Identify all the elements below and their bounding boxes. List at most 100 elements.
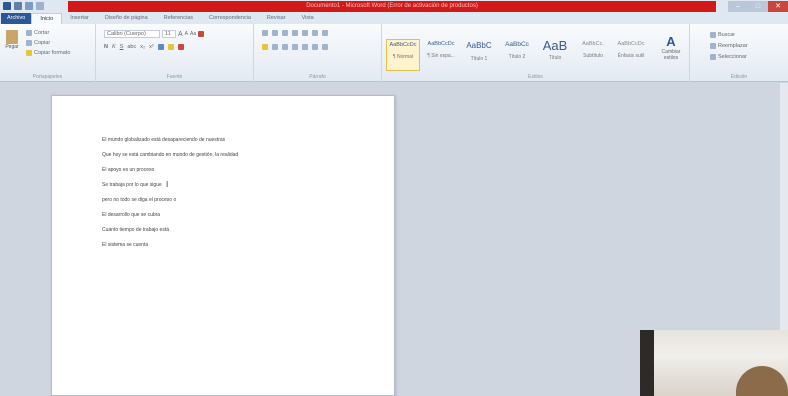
grow-font-icon[interactable]: A [178, 31, 183, 38]
cut-button[interactable]: Cortar [26, 30, 49, 36]
window-controls: – □ ✕ [728, 0, 788, 13]
paste-button[interactable]: Pegar [4, 30, 20, 60]
increase-indent-icon[interactable] [302, 30, 308, 36]
style-heading-2-name: Título 2 [508, 54, 526, 60]
replace-icon [710, 43, 716, 49]
tab-page-layout[interactable]: Diseño de página [97, 13, 156, 24]
change-case-icon[interactable]: Aa [190, 31, 196, 37]
change-styles-label: Cambiar estilos [661, 49, 681, 61]
numbering-icon[interactable] [272, 30, 278, 36]
text-effects-icon[interactable] [157, 44, 164, 50]
style-title[interactable]: AaB Título [538, 38, 572, 71]
replace-label: Reemplazar [718, 43, 748, 49]
title-bar: Documento1 - Microsoft Word (Error de ac… [0, 0, 788, 13]
bold-icon[interactable]: N [104, 44, 108, 50]
multilevel-list-icon[interactable] [282, 30, 288, 36]
show-marks-icon[interactable] [322, 30, 328, 36]
highlight-icon[interactable] [167, 44, 174, 50]
style-subtle-emphasis-name: Énfasis sutil [617, 53, 645, 59]
underline-icon[interactable]: S [120, 44, 124, 50]
editing-group-label: Edición [730, 74, 748, 80]
paragraph-group: Párrafo [254, 24, 382, 82]
document-line[interactable]: Se trabaja por lo que sigue [102, 182, 162, 188]
document-line[interactable]: El sistema se cuenta [102, 242, 148, 248]
style-subtle-emphasis[interactable]: AaBbCcDc Énfasis sutil [614, 39, 648, 71]
editing-group: Buscar Reemplazar Seleccionar Edición [690, 24, 788, 82]
subscript-icon[interactable]: x₂ [140, 44, 145, 50]
format-painter-icon [26, 50, 32, 56]
superscript-icon[interactable]: x² [149, 44, 154, 50]
justify-icon[interactable] [292, 44, 298, 50]
style-subtitle[interactable]: AaBbCc. Subtítulo [576, 39, 610, 71]
maximize-button[interactable]: □ [748, 1, 768, 12]
document-line[interactable]: El apoyo es un proceso [102, 167, 154, 173]
format-painter-button[interactable]: Copiar formato [26, 50, 70, 56]
sort-icon[interactable] [312, 30, 318, 36]
font-group: Calibri (Cuerpo) 11 A A Aa N K S abc x₂ … [96, 24, 254, 82]
document-line[interactable]: pero no todo se diga el proceso o [102, 197, 176, 203]
document-line[interactable]: El desarrollo que se cubra [102, 212, 160, 218]
tab-references[interactable]: Referencias [156, 13, 201, 24]
redo-icon[interactable] [36, 2, 44, 10]
tab-mailings[interactable]: Correspondencia [201, 13, 259, 24]
strikethrough-icon[interactable]: abc [127, 44, 136, 50]
document-line[interactable]: Cuánto tiempo de trabajo está [102, 227, 169, 233]
align-center-icon[interactable] [272, 44, 278, 50]
line-spacing-icon[interactable] [302, 44, 308, 50]
document-page[interactable]: El mundo globalizado está desapareciendo… [51, 95, 395, 396]
paragraph-group-label: Párrafo [309, 74, 326, 80]
bullets-icon[interactable] [262, 30, 268, 36]
webcam-overlay [640, 330, 788, 396]
clipboard-group: Pegar Cortar Copiar Copiar formato Porta… [0, 24, 96, 82]
paste-icon [6, 30, 18, 44]
copy-label: Copiar [34, 40, 51, 46]
clear-formatting-icon[interactable] [198, 31, 205, 37]
change-styles-button[interactable]: A Cambiar estilos [654, 34, 688, 70]
text-cursor-icon: I [166, 180, 169, 189]
style-no-spacing-name: ¶ Sin espa... [427, 53, 455, 59]
quick-access-toolbar [3, 2, 44, 10]
shrink-font-icon[interactable]: A [185, 31, 188, 37]
borders-icon[interactable] [322, 44, 328, 50]
save-icon[interactable] [14, 2, 22, 10]
webcam-person [736, 366, 788, 396]
style-heading-2-sample: AaBbCc [505, 41, 529, 48]
copy-button[interactable]: Copiar [26, 40, 50, 46]
tab-review[interactable]: Revisar [259, 13, 294, 24]
style-title-sample: AaB [542, 38, 568, 53]
tab-home[interactable]: Inicio [31, 13, 63, 24]
style-heading-1[interactable]: AaBbC Título 1 [462, 39, 496, 71]
style-heading-2[interactable]: AaBbCc Título 2 [500, 39, 534, 71]
tab-insert[interactable]: Insertar [62, 13, 97, 24]
font-size-select[interactable]: 11 [162, 30, 176, 38]
format-painter-label: Copiar formato [34, 50, 71, 56]
minimize-button[interactable]: – [728, 1, 748, 12]
shading-icon[interactable] [312, 44, 318, 50]
undo-icon[interactable] [25, 2, 33, 10]
tab-file[interactable]: Archivo [1, 13, 32, 24]
ribbon: Pegar Cortar Copiar Copiar formato Porta… [0, 24, 788, 82]
font-name-select[interactable]: Calibri (Cuerpo) [104, 30, 160, 38]
document-line[interactable]: Que hoy se está cambiando en mundo de ge… [102, 152, 238, 158]
find-label: Buscar [718, 32, 736, 38]
align-right-icon[interactable] [282, 44, 288, 50]
select-button[interactable]: Seleccionar [710, 54, 747, 60]
document-line[interactable]: El mundo globalizado está desapareciendo… [102, 137, 225, 143]
style-heading-1-sample: AaBbC [466, 41, 492, 50]
font-color-icon[interactable] [177, 44, 184, 50]
find-button[interactable]: Buscar [710, 32, 735, 38]
align-left-icon[interactable] [262, 44, 268, 50]
tab-view[interactable]: Vista [294, 13, 322, 24]
style-normal-name: ¶ Normal [392, 54, 414, 60]
style-title-name: Título [548, 55, 562, 61]
style-normal[interactable]: AaBbCcDc ¶ Normal [386, 39, 420, 71]
italic-icon[interactable]: K [112, 44, 116, 50]
font-group-label: Fuente [166, 74, 183, 80]
close-button[interactable]: ✕ [768, 1, 788, 12]
style-no-spacing[interactable]: AaBbCcDc ¶ Sin espa... [424, 39, 458, 71]
style-normal-sample: AaBbCcDc [389, 42, 417, 48]
replace-button[interactable]: Reemplazar [710, 43, 748, 49]
styles-group-label: Estilos [528, 74, 543, 80]
decrease-indent-icon[interactable] [292, 30, 298, 36]
style-no-spacing-sample: AaBbCcDc [427, 41, 455, 47]
